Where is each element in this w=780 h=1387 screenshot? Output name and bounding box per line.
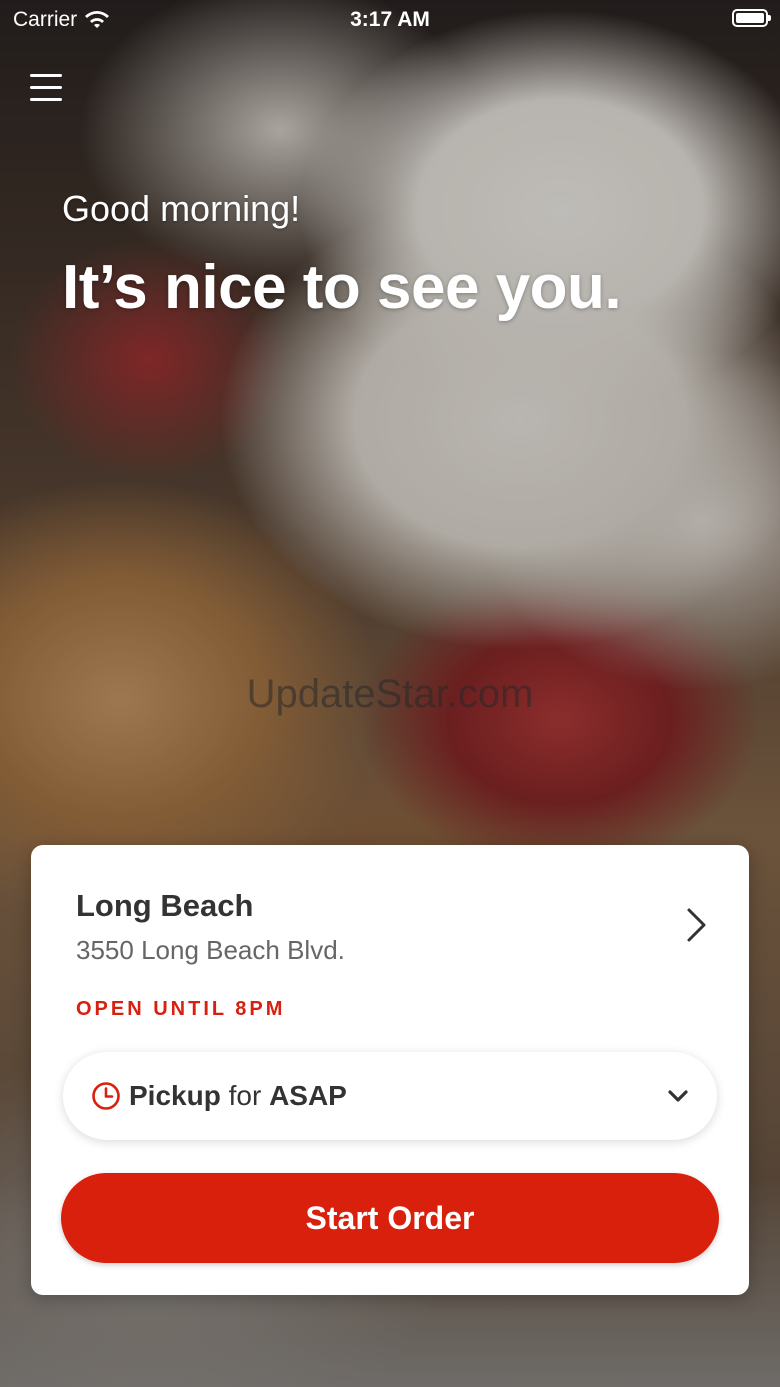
watermark: UpdateStar.com <box>246 672 534 716</box>
welcome-headline: It’s nice to see you. <box>62 253 622 322</box>
location-address: 3550 Long Beach Blvd. <box>76 935 345 965</box>
clock-icon <box>92 1082 120 1110</box>
greeting-text: Good morning! <box>62 188 301 229</box>
order-mode-label: Pickup <box>129 1080 221 1111</box>
start-order-button[interactable]: Start Order <box>61 1173 719 1263</box>
battery-icon <box>732 9 771 27</box>
location-card: Long Beach 3550 Long Beach Blvd. OPEN UN… <box>31 845 749 1295</box>
status-bar: Carrier 3:17 AM <box>0 0 780 40</box>
pickup-summary: Pickup for ASAP <box>129 1080 347 1112</box>
order-time-label: ASAP <box>269 1080 347 1111</box>
chevron-right-icon[interactable] <box>685 907 707 943</box>
hamburger-menu-icon[interactable] <box>30 74 62 104</box>
chevron-down-icon <box>668 1090 688 1102</box>
order-connector: for <box>228 1080 262 1111</box>
status-time: 3:17 AM <box>350 8 430 31</box>
pickup-time-selector[interactable]: Pickup for ASAP <box>63 1052 717 1140</box>
open-status-label: OPEN UNTIL 8PM <box>76 998 286 1020</box>
location-name: Long Beach <box>76 888 254 923</box>
